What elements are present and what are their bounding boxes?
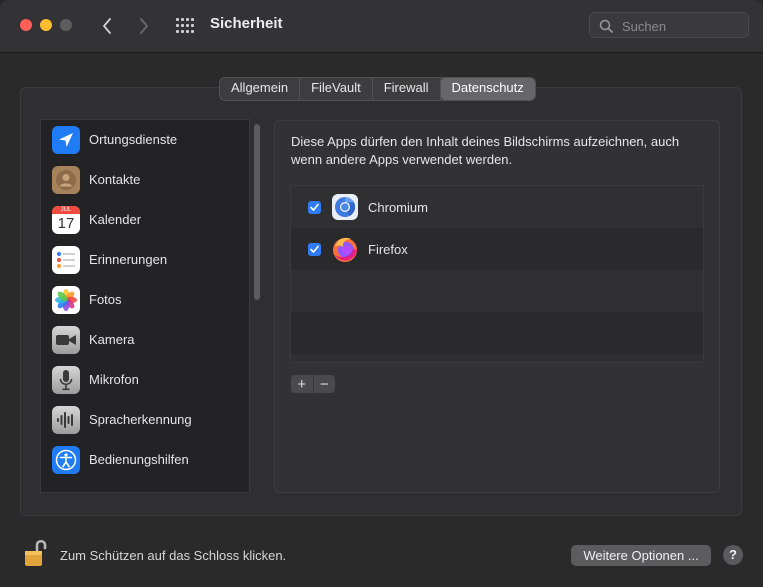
reminders-icon	[52, 246, 80, 274]
app-permission-list[interactable]: Chromium Firefox	[290, 185, 704, 363]
unlocked-padlock-icon[interactable]	[23, 536, 49, 568]
calendar-day: 17	[57, 215, 75, 232]
firefox-icon	[333, 237, 357, 262]
security-preferences-window: Sicherheit Allgemein FileVault Firewall …	[0, 0, 763, 587]
add-remove-control: + −	[291, 375, 335, 393]
sidebar-item-fotos[interactable]: Fotos	[41, 280, 249, 320]
sidebar-scrollbar[interactable]	[254, 124, 260, 300]
app-row-firefox[interactable]: Firefox	[291, 228, 703, 270]
permission-description: Diese Apps dürfen den Inhalt deines Bild…	[291, 134, 680, 167]
next-item-icon	[52, 492, 80, 493]
minimize-button[interactable]	[40, 19, 52, 31]
title-bar: Sicherheit	[0, 0, 763, 53]
checkmark-icon	[310, 203, 319, 211]
search-icon	[599, 19, 613, 33]
tab-allgemein[interactable]: Allgemein	[220, 78, 301, 100]
sidebar-item-label: Kamera	[89, 332, 135, 347]
sidebar-item-kalender[interactable]: JUL 17 Kalender	[41, 200, 249, 240]
empty-row	[291, 354, 703, 362]
sidebar-item-label: Erinnerungen	[89, 252, 168, 267]
tab-datenschutz[interactable]: Datenschutz	[440, 78, 535, 100]
sidebar-item-ortungsdienste[interactable]: Ortungsdienste	[41, 120, 249, 160]
location-icon	[52, 126, 80, 154]
sidebar-item-mikrofon[interactable]: Mikrofon	[41, 360, 249, 400]
window-title: Sicherheit	[210, 15, 283, 32]
sidebar-item-partial[interactable]	[41, 482, 249, 493]
show-all-grid-icon[interactable]	[176, 18, 194, 34]
chevron-right-icon	[140, 18, 148, 34]
microphone-icon	[52, 366, 80, 394]
chromium-icon	[332, 194, 358, 220]
app-name: Chromium	[368, 200, 428, 215]
sidebar-item-kamera[interactable]: Kamera	[41, 320, 249, 360]
empty-row	[291, 270, 703, 312]
remove-app-button[interactable]: −	[314, 375, 336, 393]
lock-message: Zum Schützen auf das Schloss klicken.	[60, 548, 287, 563]
privacy-category-list[interactable]: Ortungsdienste Kontakte JUL 17 Kalender …	[40, 119, 250, 493]
sidebar-item-bedienungshilfen[interactable]: Bedienungshilfen	[41, 440, 249, 480]
calendar-icon: JUL 17	[52, 206, 80, 234]
camera-icon	[52, 326, 80, 354]
app-row-chromium[interactable]: Chromium	[291, 186, 703, 228]
sidebar-item-kontakte[interactable]: Kontakte	[41, 160, 249, 200]
tab-bar: Allgemein FileVault Firewall Datenschutz	[219, 77, 536, 101]
back-button[interactable]	[94, 13, 120, 39]
calendar-month: JUL	[52, 206, 80, 214]
accessibility-icon	[52, 446, 80, 474]
sidebar-item-spracherkennung[interactable]: Spracherkennung	[41, 400, 249, 440]
sidebar-item-erinnerungen[interactable]: Erinnerungen	[41, 240, 249, 280]
sidebar-item-label: Mikrofon	[89, 372, 139, 387]
chevron-left-icon	[103, 18, 111, 34]
sidebar-item-label: Fotos	[89, 292, 122, 307]
forward-button[interactable]	[131, 13, 157, 39]
firefox-checkbox[interactable]	[308, 243, 321, 256]
chromium-checkbox[interactable]	[308, 201, 321, 214]
sidebar-item-label: Kontakte	[89, 172, 141, 187]
tab-firewall[interactable]: Firewall	[373, 78, 441, 100]
speech-recognition-icon	[52, 406, 80, 434]
add-app-button[interactable]: +	[291, 375, 314, 393]
contacts-icon	[52, 166, 80, 194]
sidebar-item-label: Kalender	[89, 212, 142, 227]
sidebar-item-label: Spracherkennung	[89, 412, 192, 427]
sidebar-item-label: Ortungsdienste	[89, 132, 178, 147]
search-input[interactable]	[620, 16, 744, 36]
zoom-button[interactable]	[60, 19, 72, 31]
checkmark-icon	[310, 245, 319, 253]
tab-filevault[interactable]: FileVault	[300, 78, 373, 100]
search-field[interactable]	[589, 12, 749, 38]
app-name: Firefox	[368, 242, 408, 257]
advanced-options-button[interactable]: Weitere Optionen ...	[571, 545, 711, 566]
help-button[interactable]: ?	[723, 545, 743, 565]
photos-icon	[52, 286, 80, 314]
close-button[interactable]	[20, 19, 32, 31]
empty-row	[291, 312, 703, 354]
sidebar-item-label: Bedienungshilfen	[89, 452, 189, 467]
